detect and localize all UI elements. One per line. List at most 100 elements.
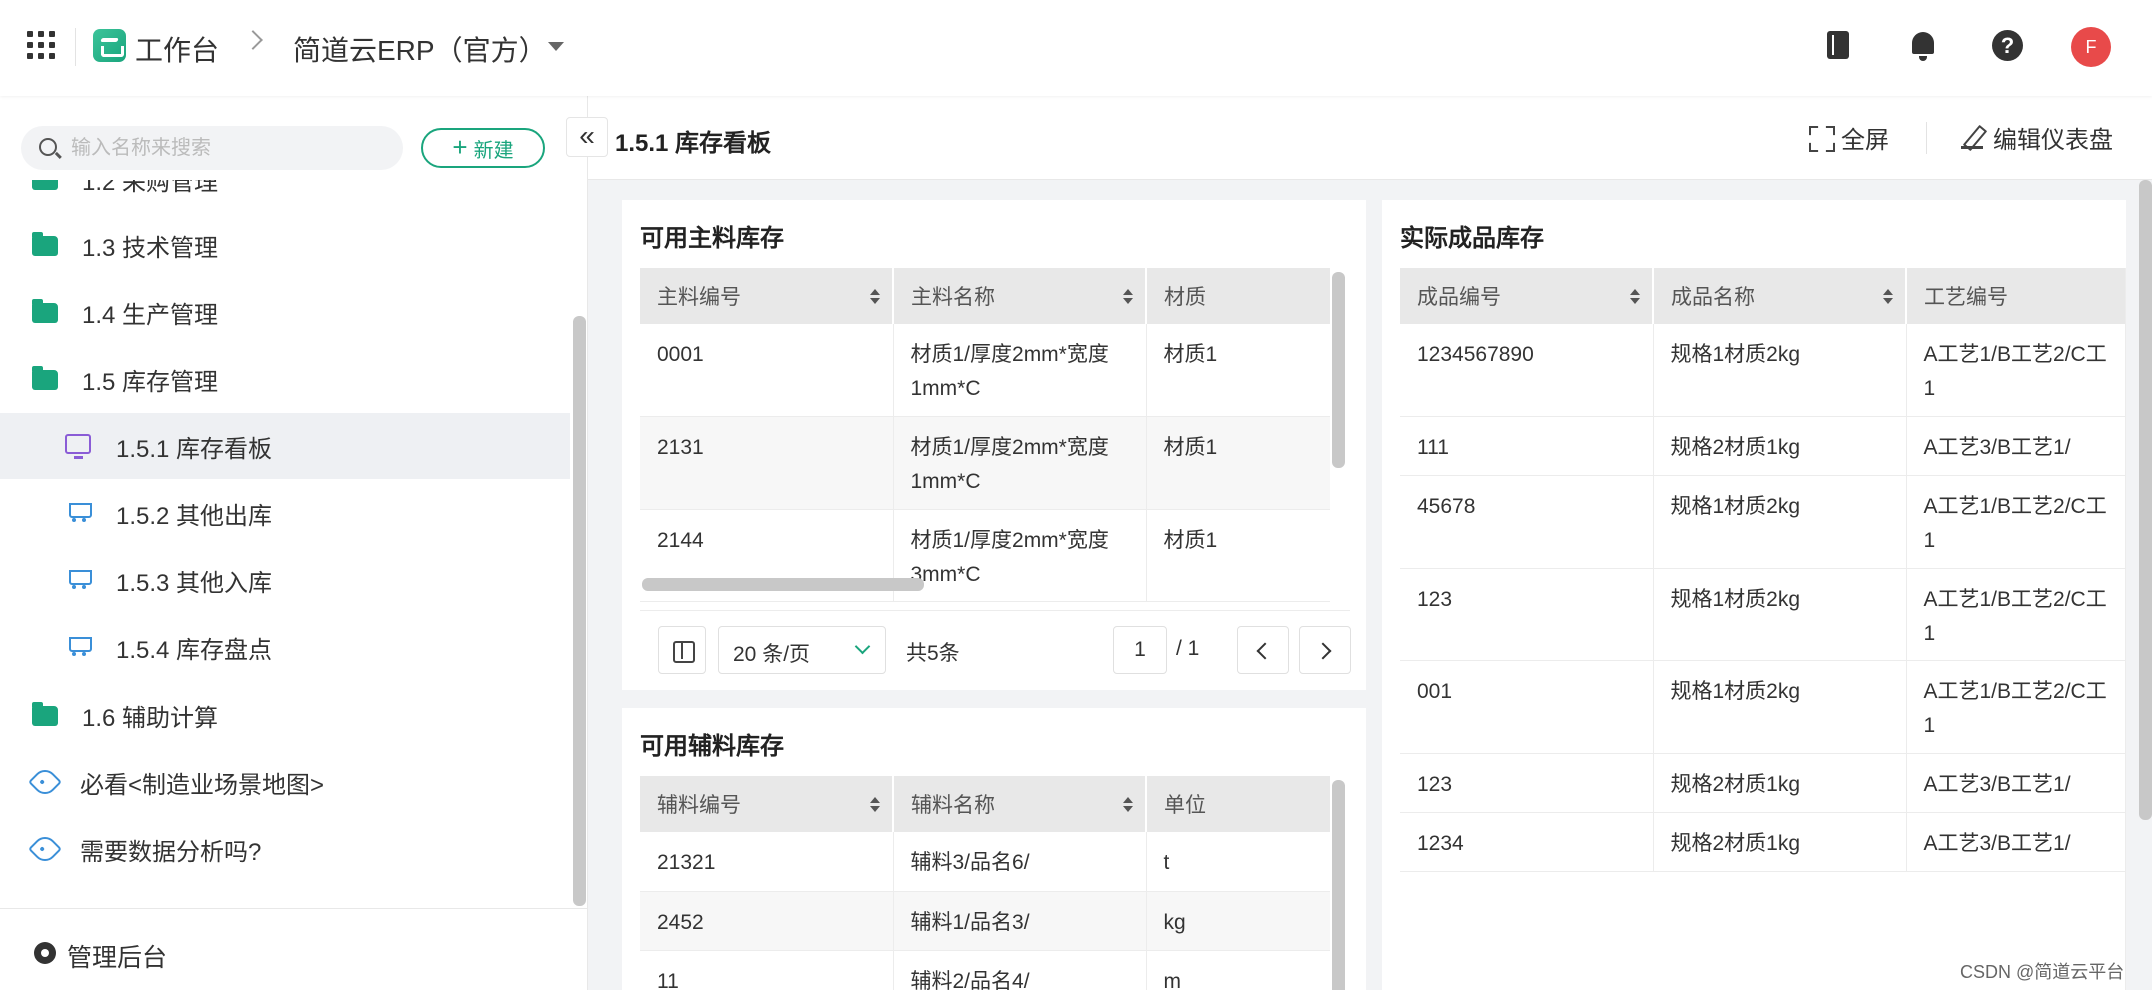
column-header[interactable]: 主料编号 <box>640 268 894 324</box>
table-cell: 45678 <box>1400 475 1654 569</box>
search-box[interactable] <box>21 126 403 170</box>
workspace-label[interactable]: 工作台 <box>135 29 219 69</box>
caret-down-icon[interactable] <box>548 42 564 51</box>
table-vertical-scrollbar[interactable] <box>1332 272 1345 468</box>
sidebar-item-data-analysis[interactable]: 需要数据分析吗? <box>0 816 570 882</box>
table-vertical-scrollbar[interactable] <box>1332 780 1345 990</box>
cart-icon <box>65 568 92 590</box>
sidebar-item-other-inbound[interactable]: 1.5.3 其他入库 <box>0 547 570 613</box>
sort-icon[interactable] <box>870 289 880 305</box>
pagination: 20 条/页 共5条 1 / 1 <box>640 610 1351 680</box>
table-cell: 辅料2/品名4/ <box>893 950 1147 990</box>
avatar[interactable]: F <box>2071 27 2111 67</box>
finished-stock-table-wrap: 成品编号 成品名称 工艺编号 1234567890 规格1材质2kg A工艺1/… <box>1400 268 2126 990</box>
sidebar-item-inventory-board[interactable]: 1.5.1 库存看板 <box>0 413 570 479</box>
table-cell: m <box>1146 950 1330 990</box>
table-row[interactable]: 45678 规格1材质2kg A工艺1/B工艺2/C工 1 <box>1400 475 2125 569</box>
sidebar-item-label: 1.6 辅助计算 <box>82 704 219 732</box>
table-row[interactable]: 111 规格2材质1kg A工艺3/B工艺1/ <box>1400 416 2125 476</box>
table-row[interactable]: 1234 规格2材质1kg A工艺3/B工艺1/ <box>1400 812 2125 872</box>
bell-icon[interactable] <box>1905 28 1941 64</box>
content-header: 1.5.1 库存看板 全屏 编辑仪表盘 <box>588 96 2152 180</box>
sort-icon[interactable] <box>870 797 880 813</box>
sidebar-item-stocktake[interactable]: 1.5.4 库存盘点 <box>0 614 570 680</box>
table-row[interactable]: 001 规格1材质2kg A工艺1/B工艺2/C工 1 <box>1400 660 2125 754</box>
fullscreen-button[interactable]: 全屏 <box>1809 120 1889 154</box>
sidebar-item-label: 1.5.4 库存盘点 <box>116 636 273 664</box>
finished-stock-table: 成品编号 成品名称 工艺编号 1234567890 规格1材质2kg A工艺1/… <box>1400 268 2125 872</box>
aux-stock-table: 辅料编号 辅料名称 单位 21321 辅料3/品名6/ t 2452 辅料1/品… <box>640 776 1330 990</box>
table-cell: 111 <box>1400 416 1654 476</box>
page-title: 1.5.1 库存看板 <box>615 130 772 157</box>
column-header[interactable]: 主料名称 <box>893 268 1147 324</box>
table-cell: 21321 <box>640 832 894 892</box>
column-header[interactable]: 成品名称 <box>1653 268 1907 324</box>
table-row[interactable]: 21321 辅料3/品名6/ t <box>640 832 1330 892</box>
content-scrollbar[interactable] <box>2139 180 2152 820</box>
sort-icon[interactable] <box>1123 797 1133 813</box>
table-cell: A工艺3/B工艺1/ <box>1906 753 2125 813</box>
prev-page-button[interactable] <box>1237 626 1289 674</box>
sidebar-item-other-outbound[interactable]: 1.5.2 其他出库 <box>0 480 570 546</box>
collapse-sidebar-button[interactable]: « <box>566 117 608 157</box>
sidebar-item-tech[interactable]: 1.3 技术管理 <box>0 212 570 278</box>
table-cell: 辅料1/品名3/ <box>893 891 1147 951</box>
sidebar-item-inventory[interactable]: 1.5 库存管理 <box>0 346 570 412</box>
page-size-select[interactable]: 20 条/页 <box>718 626 886 674</box>
table-row[interactable]: 123 规格2材质1kg A工艺3/B工艺1/ <box>1400 753 2125 813</box>
app-name[interactable]: 简道云ERP（官方） <box>293 29 547 69</box>
sort-icon[interactable] <box>1883 289 1893 305</box>
column-header[interactable]: 单位 <box>1146 776 1330 832</box>
table-cell: 11 <box>640 950 894 990</box>
fullscreen-icon <box>1809 126 1831 148</box>
aux-stock-table-wrap: 辅料编号 辅料名称 单位 21321 辅料3/品名6/ t 2452 辅料1/品… <box>640 776 1330 990</box>
table-row[interactable]: 123 规格1材质2kg A工艺1/B工艺2/C工 1 <box>1400 568 2125 661</box>
next-page-button[interactable] <box>1299 626 1351 674</box>
table-row[interactable]: 2452 辅料1/品名3/ kg <box>640 891 1330 951</box>
sidebar-item-purchase[interactable]: 1.2 采购管理 <box>0 180 570 212</box>
table-cell: 规格2材质1kg <box>1653 416 1907 476</box>
apps-grid-icon[interactable] <box>27 31 55 59</box>
page-number-input[interactable]: 1 <box>1113 626 1167 674</box>
table-cell: 材质1/厚度2mm*宽度1mm*C <box>893 416 1147 510</box>
sort-icon[interactable] <box>1630 289 1640 305</box>
edit-dashboard-button[interactable]: 编辑仪表盘 <box>1961 120 2113 154</box>
tag-icon <box>28 765 62 799</box>
search-input[interactable] <box>71 134 391 162</box>
table-horizontal-scrollbar[interactable] <box>642 578 924 591</box>
cart-icon <box>65 635 92 657</box>
folder-icon <box>32 232 58 256</box>
column-header[interactable]: 材质 <box>1146 268 1330 324</box>
sort-icon[interactable] <box>1123 289 1133 305</box>
sidebar-scrollbar[interactable] <box>573 316 586 906</box>
sidebar-item-production[interactable]: 1.4 生产管理 <box>0 279 570 345</box>
table-row[interactable]: 11 辅料2/品名4/ m <box>640 950 1330 990</box>
folder-icon <box>32 180 58 190</box>
cart-icon <box>65 501 92 523</box>
help-icon[interactable]: ? <box>1989 28 2025 64</box>
new-button[interactable]: + 新建 <box>421 128 545 168</box>
sidebar-item-label: 需要数据分析吗? <box>80 838 262 866</box>
admin-link[interactable]: 管理后台 <box>0 908 588 990</box>
column-header[interactable]: 辅料名称 <box>893 776 1147 832</box>
table-cell: 材质1 <box>1146 416 1330 510</box>
sidebar-item-aux-calc[interactable]: 1.6 辅助计算 <box>0 682 570 748</box>
folder-icon <box>32 366 58 390</box>
table-row[interactable]: 0001 材质1/厚度2mm*宽度1mm*C 材质1 <box>640 324 1330 417</box>
sidebar-item-label: 1.2 采购管理 <box>82 180 219 196</box>
table-row[interactable]: 2131 材质1/厚度2mm*宽度1mm*C 材质1 <box>640 416 1330 510</box>
column-header[interactable]: 工艺编号 <box>1906 268 2125 324</box>
table-cell: kg <box>1146 891 1330 951</box>
column-header[interactable]: 成品编号 <box>1400 268 1654 324</box>
book-icon[interactable] <box>1820 28 1856 64</box>
table-cell: 规格1材质2kg <box>1653 324 1907 417</box>
workspace-logo-icon[interactable] <box>93 29 126 62</box>
sidebar-item-scenario-map[interactable]: 必看<制造业场景地图> <box>0 749 570 815</box>
table-cell: 2131 <box>640 416 894 510</box>
sidebar-item-label: 必看<制造业场景地图> <box>80 771 325 799</box>
column-header[interactable]: 辅料编号 <box>640 776 894 832</box>
table-cell: 规格2材质1kg <box>1653 812 1907 872</box>
table-row[interactable]: 1234567890 规格1材质2kg A工艺1/B工艺2/C工 1 <box>1400 324 2125 417</box>
edit-label: 编辑仪表盘 <box>1993 126 2113 154</box>
column-toggle-icon[interactable] <box>658 626 706 674</box>
